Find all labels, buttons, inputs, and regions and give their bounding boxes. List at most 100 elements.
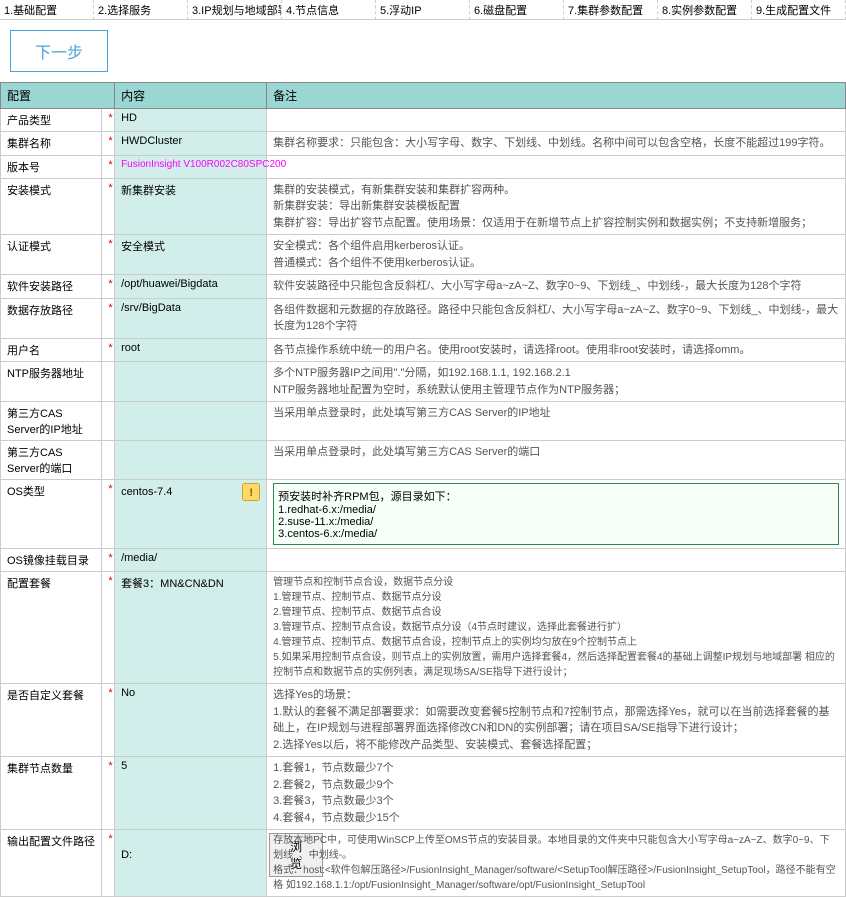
row-install-mode: 安装模式 * 新集群安装 集群的安装模式，有新集群安装和集群扩容两种。 新集群安… (1, 178, 846, 235)
row-out-path: 输出配置文件路径 * 浏览 存放本地PC中，可使用WinSCP上传至OMS节点的… (1, 830, 846, 897)
value-username[interactable]: root (115, 338, 267, 362)
note-pkg: 管理节点和控制节点合设，数据节点分设 1.管理节点、控制节点、数据节点分设 2.… (267, 572, 846, 684)
row-data-path: 数据存放路径 * /srv/BigData 各组件数据和元数据的存放路径。路径中… (1, 298, 846, 338)
label-data-path: 数据存放路径 (1, 298, 102, 338)
label-username: 用户名 (1, 338, 102, 362)
required-marker: * (102, 178, 115, 235)
note-cas-ip: 当采用单点登录时，此处填写第三方CAS Server的IP地址 (267, 402, 846, 441)
value-cluster-name[interactable]: HWDCluster (115, 132, 267, 156)
value-os-mount[interactable]: /media/ (115, 549, 267, 572)
required-marker: * (102, 132, 115, 156)
step-2[interactable]: 2.选择服务 (94, 0, 188, 20)
note-os-type: 预安装时补齐RPM包，源目录如下： 1.redhat-6.x:/media/ 2… (267, 480, 846, 549)
row-install-path: 软件安装路径 * /opt/huawei/Bigdata 软件安装路径中只能包含… (1, 275, 846, 299)
next-button[interactable]: 下一步 (10, 30, 108, 72)
note-os-mount (267, 549, 846, 572)
required-marker: * (102, 298, 115, 338)
value-install-mode[interactable]: 新集群安装 (115, 178, 267, 235)
col-header-content: 内容 (115, 83, 267, 109)
required-marker: * (102, 757, 115, 830)
required-marker: * (102, 684, 115, 757)
label-cas-port: 第三方CAS Server的端口 (1, 441, 102, 480)
row-cas-ip: 第三方CAS Server的IP地址 当采用单点登录时，此处填写第三方CAS S… (1, 402, 846, 441)
note-custom: 选择Yes的场景： 1.默认的套餐不满足部署要求：如需要改变套餐5控制节点和7控… (267, 684, 846, 757)
note-data-path: 各组件数据和元数据的存放路径。路径中只能包含反斜杠/、大小写字母a~zA~Z、数… (267, 298, 846, 338)
label-install-path: 软件安装路径 (1, 275, 102, 299)
value-ntp[interactable] (115, 362, 267, 402)
value-os-type[interactable]: centos-7.4 ! (115, 480, 267, 549)
required-marker: * (102, 830, 115, 897)
required-marker: * (102, 338, 115, 362)
value-install-path[interactable]: /opt/huawei/Bigdata (115, 275, 267, 299)
col-header-config: 配置 (1, 83, 115, 109)
value-custom[interactable]: No (115, 684, 267, 757)
note-cas-port: 当采用单点登录时，此处填写第三方CAS Server的端口 (267, 441, 846, 480)
output-path-input[interactable] (121, 849, 263, 861)
value-out-path-cell: 浏览 (115, 830, 267, 897)
label-os-type: OS类型 (1, 480, 102, 549)
row-os-mount: OS镜像挂载目录 * /media/ (1, 549, 846, 572)
step-7[interactable]: 7.集群参数配置 (564, 0, 658, 20)
value-auth-mode[interactable]: 安全模式 (115, 235, 267, 275)
step-6[interactable]: 6.磁盘配置 (470, 0, 564, 20)
step-4[interactable]: 4.节点信息 (282, 0, 376, 20)
row-custom: 是否自定义套餐 * No 选择Yes的场景： 1.默认的套餐不满足部署要求：如需… (1, 684, 846, 757)
label-custom: 是否自定义套餐 (1, 684, 102, 757)
note-version (267, 155, 846, 178)
value-data-path[interactable]: /srv/BigData (115, 298, 267, 338)
row-os-type: OS类型 * centos-7.4 ! 预安装时补齐RPM包，源目录如下： 1.… (1, 480, 846, 549)
required-marker: * (102, 235, 115, 275)
label-auth-mode: 认证模式 (1, 235, 102, 275)
value-pkg[interactable]: 套餐3：MN&CN&DN (115, 572, 267, 684)
required-marker: * (102, 275, 115, 299)
note-cluster-name: 集群名称要求：只能包含：大小写字母、数字、下划线、中划线。名称中间可以包含空格，… (267, 132, 846, 156)
value-cas-ip[interactable] (115, 402, 267, 441)
step-3[interactable]: 3.IP规划与地域部署 (188, 0, 282, 20)
row-username: 用户名 * root 各节点操作系统中统一的用户名。使用root安装时，请选择r… (1, 338, 846, 362)
label-node-count: 集群节点数量 (1, 757, 102, 830)
required-marker (102, 362, 115, 402)
note-install-path: 软件安装路径中只能包含反斜杠/、大小写字母a~zA~Z、数字0~9、下划线_、中… (267, 275, 846, 299)
required-marker: * (102, 572, 115, 684)
note-username: 各节点操作系统中统一的用户名。使用root安装时，请选择root。使用非root… (267, 338, 846, 362)
required-marker (102, 441, 115, 480)
step-8[interactable]: 8.实例参数配置 (658, 0, 752, 20)
label-version: 版本号 (1, 155, 102, 178)
note-node-count: 1.套餐1，节点数最少7个 2.套餐2，节点数最少9个 3.套餐3，节点数最少3… (267, 757, 846, 830)
required-marker: * (102, 549, 115, 572)
row-version: 版本号 * FusionInsight V100R002C80SPC200 (1, 155, 846, 178)
step-9[interactable]: 9.生成配置文件 (752, 0, 846, 20)
step-5[interactable]: 5.浮动IP (376, 0, 470, 20)
label-pkg: 配置套餐 (1, 572, 102, 684)
required-marker: * (102, 155, 115, 178)
label-cluster-name: 集群名称 (1, 132, 102, 156)
row-pkg: 配置套餐 * 套餐3：MN&CN&DN 管理节点和控制节点合设，数据节点分设 1… (1, 572, 846, 684)
label-cas-ip: 第三方CAS Server的IP地址 (1, 402, 102, 441)
label-os-mount: OS镜像挂载目录 (1, 549, 102, 572)
row-product-type: 产品类型 * HD (1, 109, 846, 132)
value-cas-port[interactable] (115, 441, 267, 480)
note-out-path: 存放本地PC中，可使用WinSCP上传至OMS节点的安装目录。本地目录的文件夹中… (267, 830, 846, 897)
step-1[interactable]: 1.基础配置 (0, 0, 94, 20)
value-product-type[interactable]: HD (115, 109, 267, 132)
col-header-note: 备注 (267, 83, 846, 109)
row-node-count: 集群节点数量 * 5 1.套餐1，节点数最少7个 2.套餐2，节点数最少9个 3… (1, 757, 846, 830)
label-out-path: 输出配置文件路径 (1, 830, 102, 897)
row-auth-mode: 认证模式 * 安全模式 安全模式：各个组件启用kerberos认证。 普通模式：… (1, 235, 846, 275)
note-product-type (267, 109, 846, 132)
row-ntp: NTP服务器地址 多个NTP服务器IP之间用"."分隔，如192.168.1.1… (1, 362, 846, 402)
value-version[interactable]: FusionInsight V100R002C80SPC200 (115, 155, 267, 178)
wizard-steps: 1.基础配置 2.选择服务 3.IP规划与地域部署 4.节点信息 5.浮动IP … (0, 0, 846, 20)
config-table: 配置 内容 备注 产品类型 * HD 集群名称 * HWDCluster 集群名… (0, 82, 846, 897)
label-product-type: 产品类型 (1, 109, 102, 132)
value-node-count[interactable]: 5 (115, 757, 267, 830)
note-install-mode: 集群的安装模式，有新集群安装和集群扩容两种。 新集群安装：导出新集群安装模板配置… (267, 178, 846, 235)
row-cluster-name: 集群名称 * HWDCluster 集群名称要求：只能包含：大小写字母、数字、下… (1, 132, 846, 156)
row-cas-port: 第三方CAS Server的端口 当采用单点登录时，此处填写第三方CAS Ser… (1, 441, 846, 480)
label-ntp: NTP服务器地址 (1, 362, 102, 402)
required-marker (102, 402, 115, 441)
label-install-mode: 安装模式 (1, 178, 102, 235)
required-marker: * (102, 109, 115, 132)
required-marker: * (102, 480, 115, 549)
warning-icon: ! (242, 483, 260, 501)
